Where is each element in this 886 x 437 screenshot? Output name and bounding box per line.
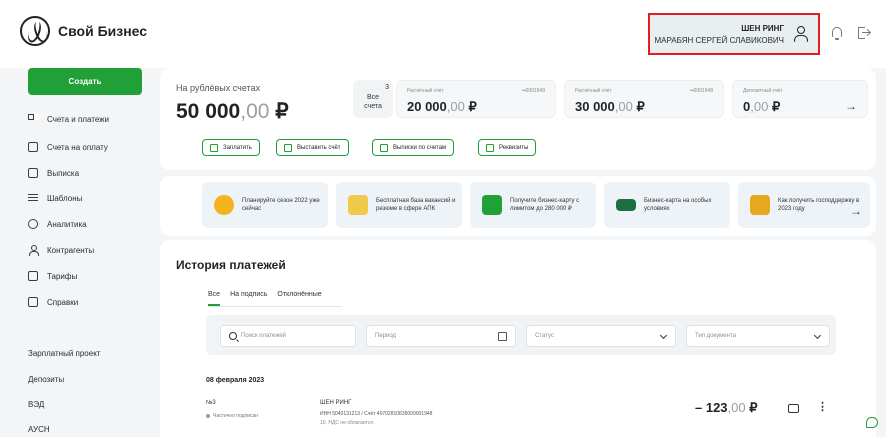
search-input[interactable]: Поиск платежей: [220, 325, 356, 347]
doctype-select[interactable]: Тип документа: [686, 325, 830, 347]
statement-doc-icon: [380, 143, 388, 152]
invoice-send-icon: [284, 143, 292, 152]
templates-list-icon: [28, 193, 38, 203]
payment-vat: 10, НДС не облагается: [320, 420, 373, 426]
accounts-count: 3: [385, 84, 389, 91]
payment-recipient: ШЕН РИНГ: [320, 400, 352, 406]
payment-number: №3: [206, 400, 216, 406]
sidebar-item-ved[interactable]: ВЭД: [28, 400, 44, 409]
sidebar-item-label: Контрагенты: [47, 245, 95, 255]
user-icon: [792, 25, 810, 43]
brand-logo[interactable]: Свой Бизнес: [20, 16, 147, 46]
search-icon: [229, 332, 237, 340]
sidebar-item-accounts[interactable]: Счета и платежи: [28, 112, 109, 126]
create-button[interactable]: Создать: [28, 68, 142, 95]
next-arrow-icon[interactable]: →: [850, 204, 862, 218]
promo-banner[interactable]: Планируйте сезон 2022 уже сейчас: [202, 182, 328, 228]
all-accounts-button[interactable]: 3 Все счета: [353, 80, 393, 118]
chevron-down-icon: [659, 331, 668, 340]
requisites-icon: [486, 143, 494, 152]
history-tabs: Все На подпись Отклонённые: [208, 291, 322, 306]
next-arrow-icon[interactable]: →: [845, 99, 857, 113]
accounts-grid-icon: [28, 114, 38, 124]
brand-name: Свой Бизнес: [58, 23, 148, 39]
print-icon[interactable]: [788, 404, 799, 413]
calendar-icon: [498, 332, 507, 341]
tab-all[interactable]: Все: [208, 291, 221, 306]
period-field[interactable]: Период: [366, 325, 516, 347]
sidebar-item-analytics[interactable]: Аналитика: [28, 217, 87, 231]
sidebar-item-label: Счета на оплату: [47, 142, 108, 152]
sidebar-item-label: Аналитика: [47, 219, 87, 229]
logout-icon[interactable]: [858, 27, 870, 39]
sidebar: Создать Счета и платежи Счета на оплату …: [0, 68, 150, 437]
promo-card-icon: [482, 195, 502, 215]
user-full-name: МАРАБЯН СЕРГЕЙ СЛАВИКОВИЧ: [654, 35, 784, 45]
sidebar-item-deposits[interactable]: Депозиты: [28, 375, 64, 384]
sidebar-item-certificates[interactable]: Справки: [28, 295, 78, 309]
top-header: Свой Бизнес ШЕН РИНГ МАРАБЯН СЕРГЕЙ СЛАВ…: [0, 0, 886, 68]
sidebar-item-ausn[interactable]: АУСН: [28, 425, 50, 434]
statement-icon: [28, 168, 38, 178]
statements-button[interactable]: Выписки по счетам: [372, 139, 455, 156]
balance-label: На рублёвых счетах: [176, 83, 261, 93]
account-tile[interactable]: Расчётный счёт ••0001948 30 000,00 ₽: [564, 80, 724, 118]
sidebar-item-templates[interactable]: Шаблоны: [28, 191, 82, 205]
sidebar-item-label: Справки: [47, 297, 79, 307]
user-profile-button[interactable]: ШЕН РИНГ МАРАБЯН СЕРГЕЙ СЛАВИКОВИЧ: [648, 13, 820, 55]
balance-card: На рублёвых счетах 50 000,00 ₽ 3 Все сче…: [160, 68, 876, 170]
tab-rejected[interactable]: Отклонённые: [277, 291, 321, 306]
chat-support-icon[interactable]: [866, 417, 878, 428]
invoice-icon: [28, 142, 38, 152]
chevron-down-icon: [813, 331, 822, 340]
counterparty-icon: [28, 245, 39, 256]
issue-invoice-button[interactable]: Выставить счёт: [276, 139, 349, 156]
tariffs-icon: [28, 271, 38, 281]
promo-banner[interactable]: Как получить господдержку в 2023 году →: [738, 182, 870, 228]
filter-bar: Поиск платежей Период Статус Тип докумен…: [206, 315, 836, 355]
certificates-icon: [28, 297, 38, 307]
more-options-icon[interactable]: ⋮: [817, 400, 828, 413]
sidebar-item-salary-project[interactable]: Зарплатный проект: [28, 349, 100, 358]
sidebar-item-label: Выписка: [47, 168, 80, 178]
promo-banner[interactable]: Получите бизнес-карту с лимитом до 280 0…: [470, 182, 596, 228]
payment-amount: – 123,00 ₽: [695, 400, 758, 415]
sber-logo-icon: [20, 16, 50, 46]
sidebar-item-invoices[interactable]: Счета на оплату: [28, 140, 108, 154]
status-select[interactable]: Статус: [526, 325, 676, 347]
payment-history-card: История платежей Все На подпись Отклонён…: [160, 240, 876, 437]
pay-button[interactable]: Заплатить: [202, 139, 260, 156]
sidebar-item-counterparties[interactable]: Контрагенты: [28, 243, 94, 257]
status-dot-icon: [206, 414, 210, 418]
account-tile[interactable]: Депозитный счёт 0,00 ₽ →: [732, 80, 868, 118]
sidebar-item-tariffs[interactable]: Тарифы: [28, 269, 77, 283]
status-badge: Частично подписан: [206, 413, 258, 419]
promo-support-icon: [750, 195, 770, 215]
promo-vacancy-icon: [348, 195, 368, 215]
promo-season-icon: [214, 195, 234, 215]
tabs-divider: [208, 306, 342, 307]
tab-to-sign[interactable]: На подпись: [230, 291, 267, 306]
promo-banner[interactable]: Бизнес-карта на особых условиях: [604, 182, 730, 228]
section-title: История платежей: [176, 258, 286, 272]
promo-business-card-icon: [616, 199, 636, 211]
analytics-icon: [28, 219, 38, 229]
requisites-button[interactable]: Реквизиты: [478, 139, 537, 156]
notifications-bell-icon[interactable]: [831, 27, 843, 40]
account-tile[interactable]: Расчётный счёт ••0001949 20 000,00 ₽: [396, 80, 556, 118]
sidebar-item-label: Счета и платежи: [47, 114, 110, 124]
date-group-header: 08 февраля 2023: [206, 377, 265, 384]
promo-banner-row: Планируйте сезон 2022 уже сейчас Бесплат…: [160, 176, 876, 236]
total-balance: 50 000,00 ₽: [176, 100, 289, 123]
sidebar-item-label: Тарифы: [47, 271, 78, 281]
payment-icon: [210, 143, 218, 152]
promo-banner[interactable]: Бесплатная база вакансий и резюме в сфер…: [336, 182, 462, 228]
sidebar-item-label: Шаблоны: [47, 193, 83, 203]
payment-details: ИНН 5040131213 / Счёт 407028106350000019…: [320, 411, 433, 417]
company-name: ШЕН РИНГ: [741, 23, 784, 33]
sidebar-item-statement[interactable]: Выписка: [28, 166, 79, 180]
